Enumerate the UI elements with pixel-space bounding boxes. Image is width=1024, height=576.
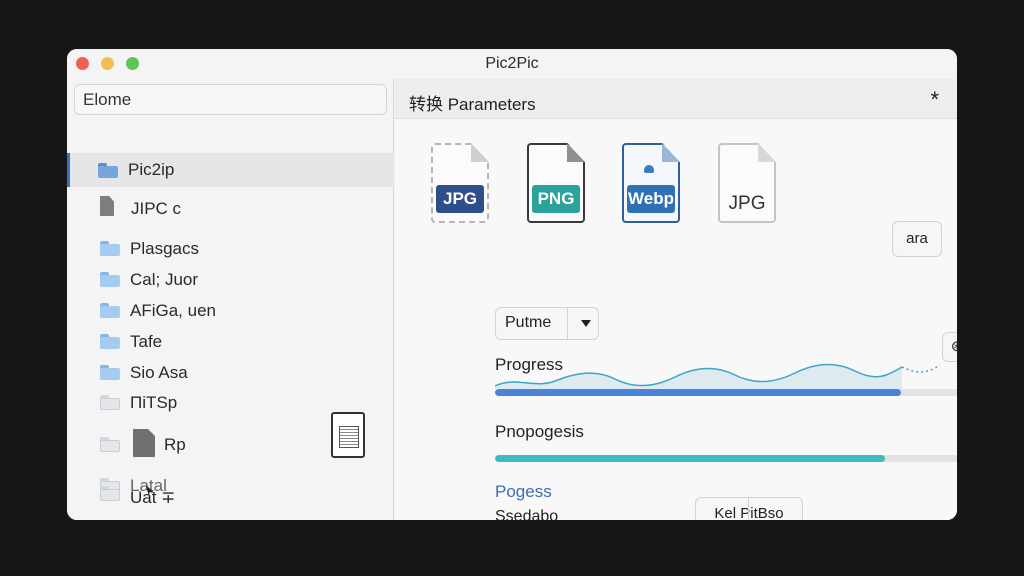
sidebar-item-label: Rp — [164, 435, 186, 454]
window-title: Pic2Pic — [485, 55, 539, 72]
jpg-file-icon[interactable]: JPG — [718, 143, 776, 223]
progress-fill — [495, 389, 901, 396]
panel-title: 转换 Parameters — [409, 95, 536, 114]
sidebar-item-tafe[interactable]: Tafe — [67, 325, 394, 359]
progress-fill-2 — [495, 455, 886, 462]
sidebar-item-sio-asa[interactable]: Sio Asa — [67, 356, 394, 390]
folder-icon — [100, 241, 120, 256]
panel-menu-button[interactable]: * — [930, 87, 939, 113]
parameters-panel: 转换 Parameters * JPG PNG Webp JPG ara Put… — [395, 79, 957, 520]
settings-icon[interactable]: ⊛ — [942, 332, 957, 362]
format-label: JPG — [436, 185, 484, 213]
png-file-icon[interactable]: PNG — [527, 143, 585, 223]
jpg-file-icon[interactable]: JPG — [431, 143, 489, 223]
folder-icon — [100, 272, 120, 287]
action-button[interactable]: Kel PitBso — [695, 497, 803, 520]
sidebar-item-cal-juor[interactable]: Cal; Juor — [67, 263, 394, 297]
sidebar-item-label: Uat ∓ — [130, 488, 176, 507]
document-icon — [100, 196, 114, 216]
preset-dropdown-value: Putme — [505, 314, 552, 331]
folder-icon — [100, 395, 120, 410]
folder-icon — [100, 486, 120, 501]
app-window: Pic2Pic Elome Pic2ip JIPC c Plasgacs Cal… — [67, 49, 957, 520]
sidebar-item-pic2ip[interactable]: Pic2ip — [67, 153, 394, 187]
sidebar-item-uat[interactable]: Uat ∓ — [67, 484, 394, 518]
sidebar-item-afigauen[interactable]: AFiGa, uen — [67, 294, 394, 328]
sidebar-item-label: Plasgacs — [130, 239, 199, 258]
sidebar-item-label: ΠiΤSp — [130, 393, 178, 412]
title-bar: Pic2Pic — [67, 49, 957, 79]
progress-bar-2 — [495, 455, 957, 462]
format-label: JPG — [728, 193, 766, 214]
sidebar-item-label: AFiGa, uen — [130, 301, 216, 320]
sidebar: Elome Pic2ip JIPC c Plasgacs Cal; Juor A… — [67, 79, 394, 520]
progress-bar — [495, 389, 957, 396]
chevron-down-icon[interactable] — [581, 320, 591, 327]
sidebar-item-label: Sio Asa — [130, 363, 188, 382]
sidebar-item-label: Pic2ip — [128, 160, 175, 179]
format-label: PNG — [532, 185, 580, 213]
sidebar-item-label: JIPC c — [131, 199, 182, 218]
format-label: Webp — [627, 185, 675, 213]
search-field[interactable]: Elome — [74, 84, 387, 115]
panel-header: 转换 Parameters * — [395, 79, 957, 119]
webp-file-icon[interactable]: Webp — [622, 143, 680, 223]
progress2-label: Pnopogesis — [495, 422, 584, 441]
folder-icon — [100, 303, 120, 318]
progress-link[interactable]: Pogess — [495, 482, 552, 502]
sidebar-item-plasgacs[interactable]: Plasgacs — [67, 232, 394, 266]
folder-icon — [100, 365, 120, 380]
cloud-icon — [644, 165, 654, 173]
dragged-file-icon[interactable] — [331, 412, 365, 458]
sidebar-item-label: Tafe — [130, 332, 163, 351]
document-icon — [133, 429, 155, 457]
waveform-graph — [495, 363, 940, 389]
extra-options-button[interactable]: ara — [892, 221, 942, 257]
folder-icon — [98, 163, 118, 178]
status-text: Ssedabo — [495, 508, 559, 520]
folder-icon — [100, 334, 120, 349]
sidebar-item-jipc[interactable]: JIPC c — [67, 191, 394, 225]
folder-icon — [100, 437, 120, 452]
sidebar-item-label: Cal; Juor — [130, 270, 199, 289]
